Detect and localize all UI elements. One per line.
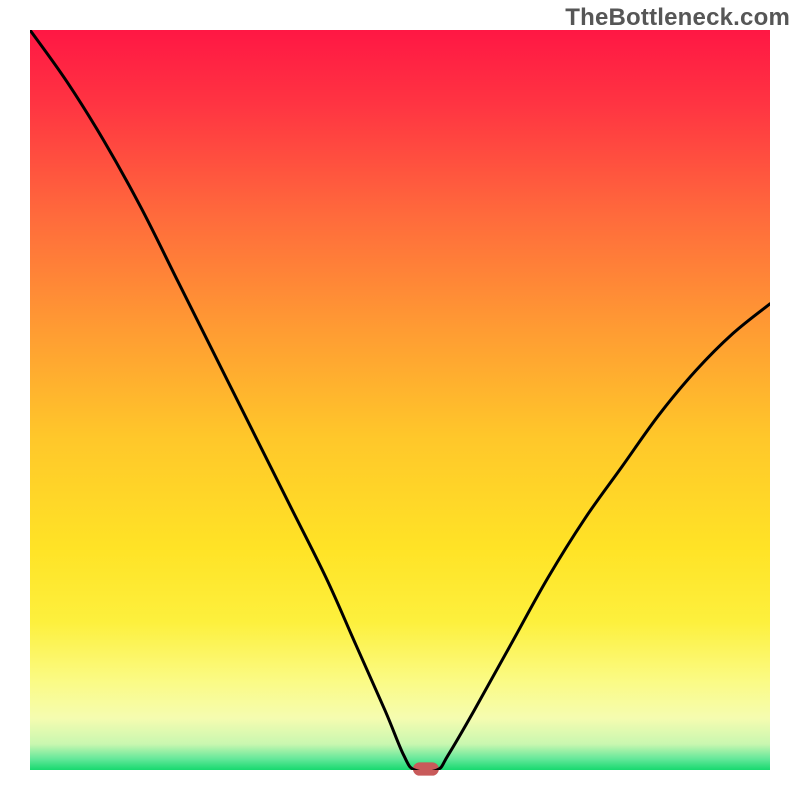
bottleneck-marker (413, 762, 439, 775)
chart-svg (0, 0, 800, 800)
watermark-text: TheBottleneck.com (565, 4, 790, 32)
bottleneck-chart: TheBottleneck.com (0, 0, 800, 800)
chart-background (30, 30, 770, 770)
